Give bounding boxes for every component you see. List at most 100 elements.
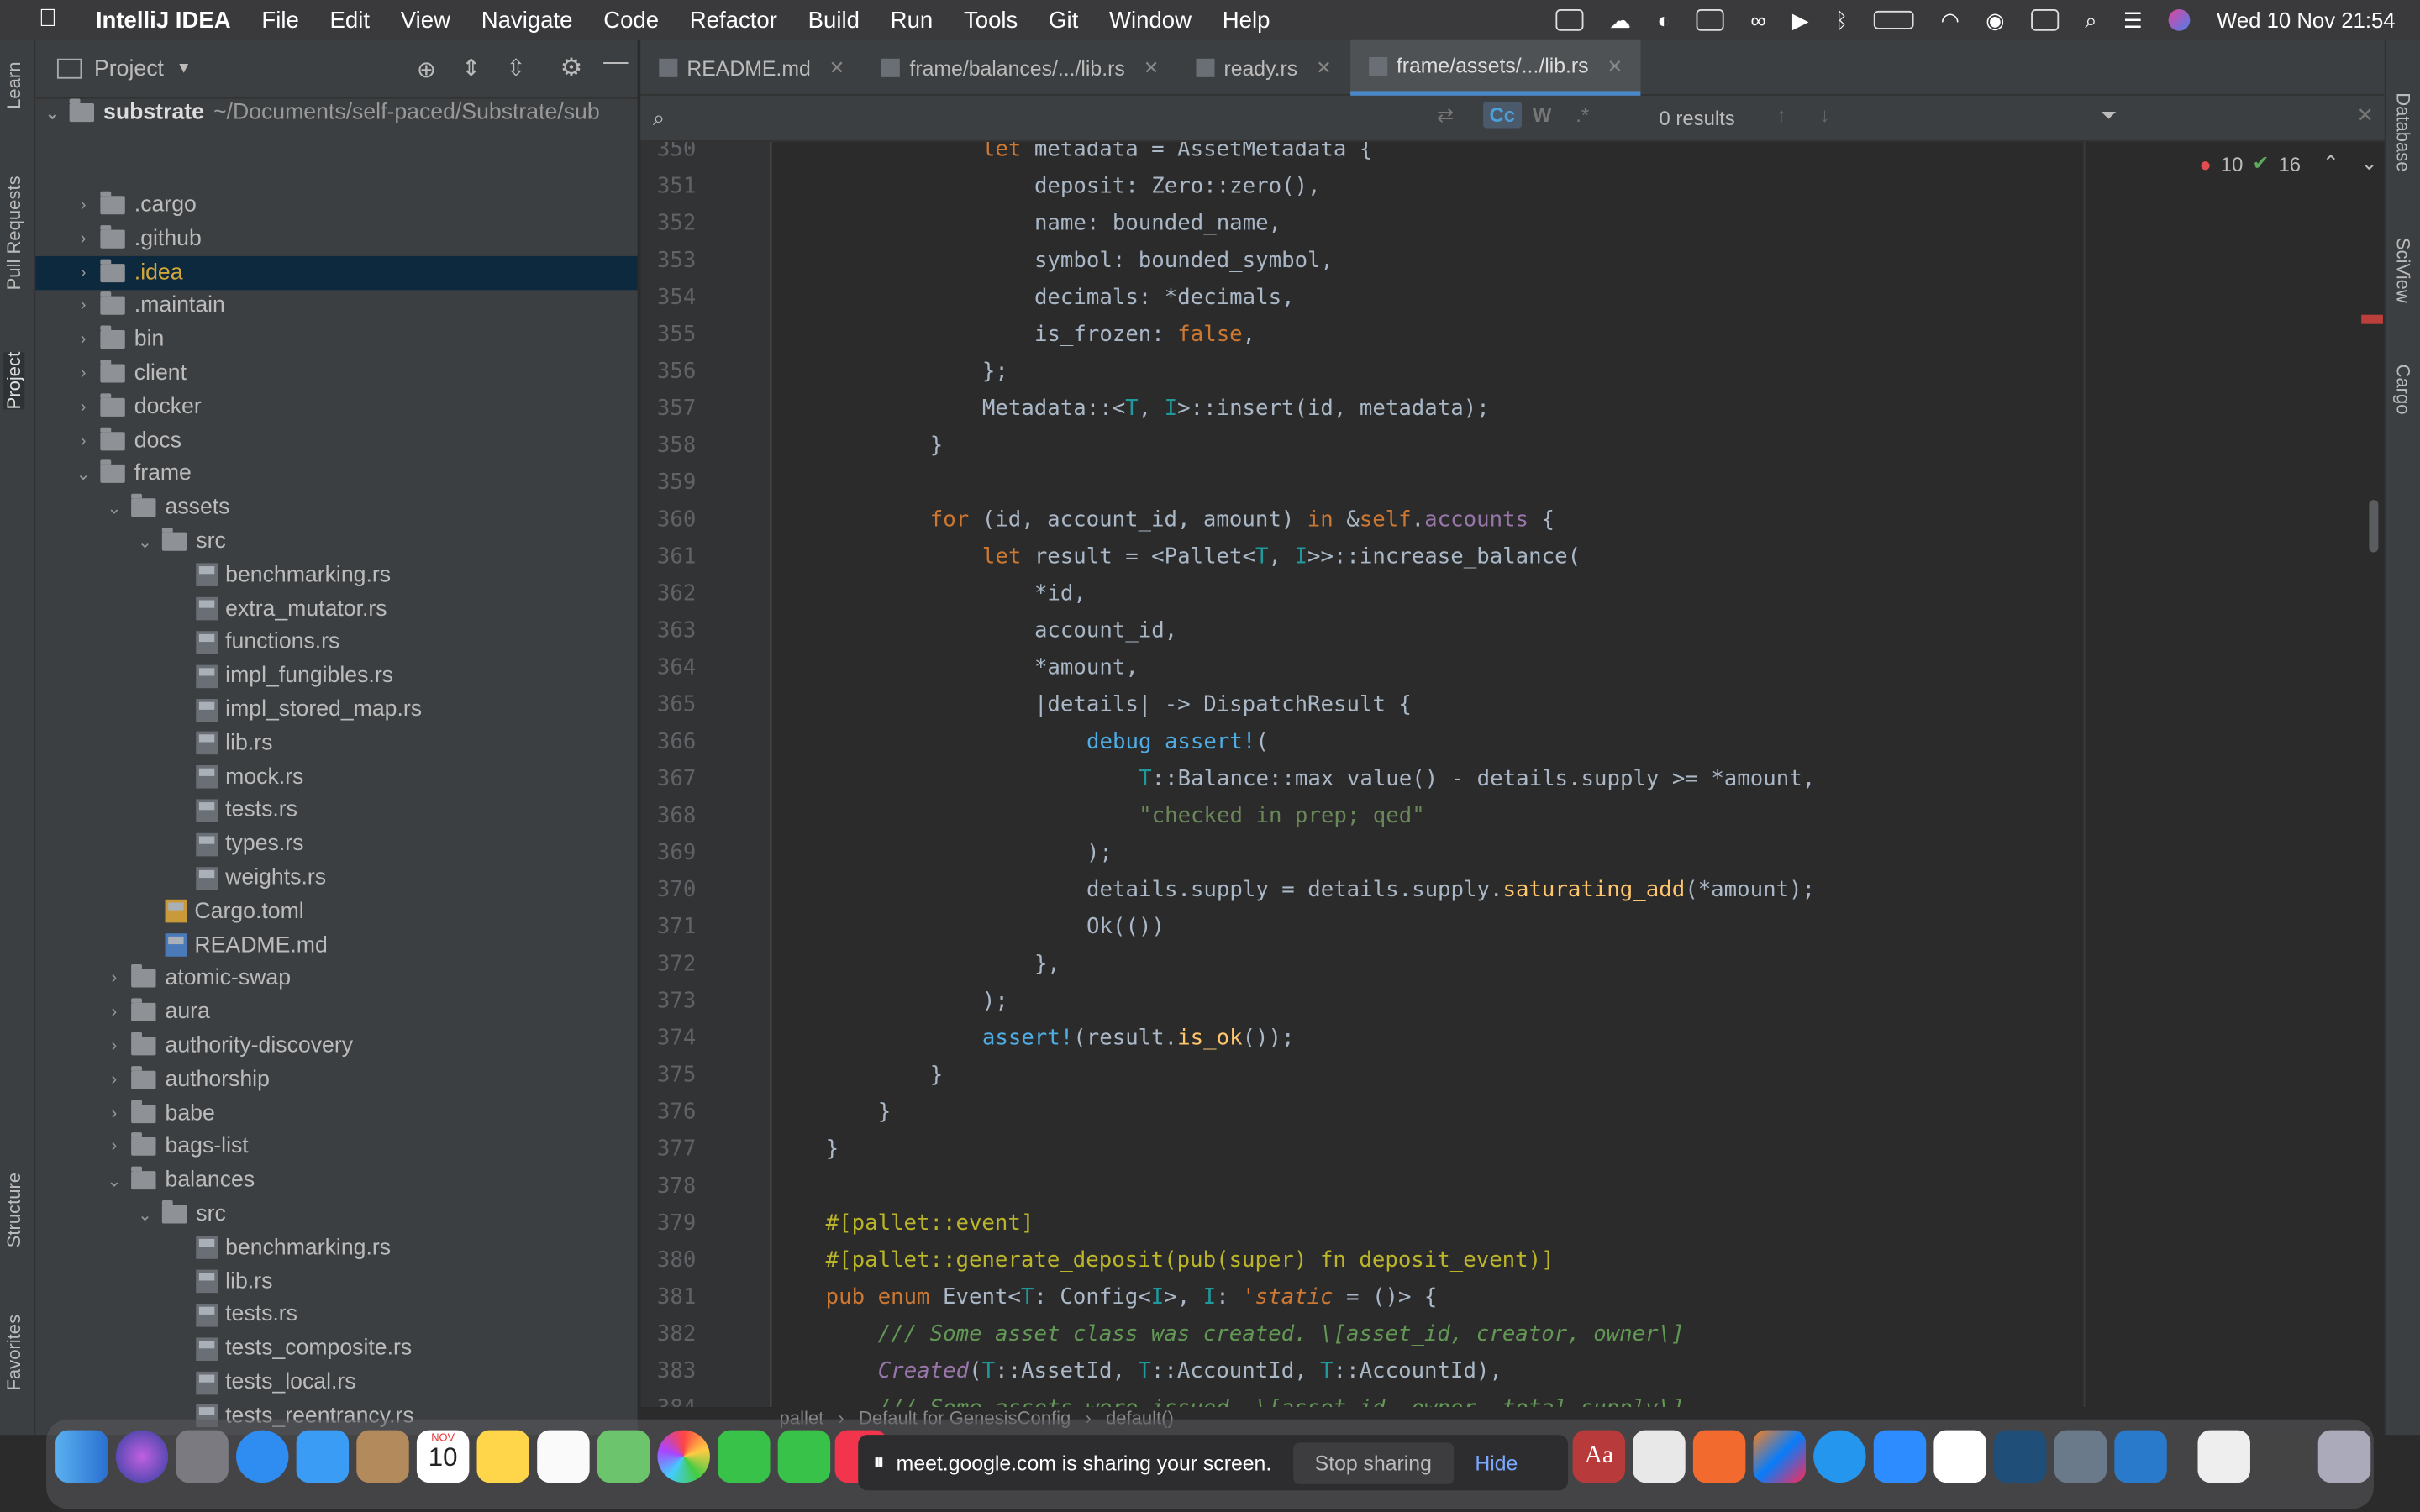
tree-folder[interactable]: › .idea bbox=[35, 255, 638, 290]
code-line[interactable]: 359 bbox=[640, 465, 2385, 501]
line-number[interactable]: 374 bbox=[640, 1020, 696, 1057]
arrow-down-icon[interactable]: ↓ bbox=[1820, 103, 1830, 127]
line-number[interactable]: 363 bbox=[640, 612, 696, 649]
menu-tools[interactable]: Tools bbox=[964, 7, 1018, 33]
chevron-right-icon[interactable]: › bbox=[72, 297, 94, 315]
project-panel-title[interactable]: Project bbox=[94, 56, 164, 81]
keyboard-icon[interactable] bbox=[2030, 9, 2059, 31]
arrow-up-icon[interactable]: ↑ bbox=[1776, 103, 1786, 127]
line-number[interactable]: 382 bbox=[640, 1316, 696, 1353]
launchpad-icon[interactable] bbox=[176, 1430, 229, 1483]
control-center-icon[interactable]: ☰ bbox=[2123, 7, 2143, 33]
menu-file[interactable]: File bbox=[261, 7, 298, 33]
tree-folder[interactable]: › .github bbox=[35, 222, 637, 255]
code-line[interactable]: 374 assert!(result.is_ok()); bbox=[640, 1020, 2385, 1057]
learn-tab[interactable]: Learn bbox=[3, 61, 25, 108]
code-line[interactable]: 352 name: bounded_name, bbox=[640, 205, 2385, 242]
line-number[interactable]: 380 bbox=[640, 1242, 696, 1279]
menu-run[interactable]: Run bbox=[891, 7, 934, 33]
line-number[interactable]: 375 bbox=[640, 1057, 696, 1094]
search-icon[interactable]: ⌕ bbox=[2085, 7, 2096, 33]
code-line[interactable]: 353 symbol: bounded_symbol, bbox=[640, 242, 2385, 279]
code-line[interactable]: 384 /// Some assets were issued. \[asset_… bbox=[640, 1390, 2385, 1407]
mail-icon[interactable] bbox=[296, 1430, 350, 1483]
pause-icon[interactable]: ⏸ bbox=[874, 1451, 884, 1475]
menu-build[interactable]: Build bbox=[808, 7, 860, 33]
intellij-icon[interactable] bbox=[1753, 1430, 1806, 1483]
textedit-icon[interactable] bbox=[1633, 1430, 1686, 1483]
code-editor[interactable]: 350 let metadata = AssetMetadata {351 depo… bbox=[640, 141, 2385, 1408]
tree-file[interactable]: weights.rs bbox=[35, 861, 637, 895]
zoom-app-icon[interactable] bbox=[1873, 1430, 1927, 1483]
code-line[interactable]: 368 "checked in prep; qed" bbox=[640, 798, 2385, 835]
screenshot-icon[interactable] bbox=[2258, 1430, 2311, 1483]
trash-icon[interactable] bbox=[2317, 1430, 2371, 1483]
hide-icon[interactable]: — bbox=[603, 50, 628, 77]
slack-icon[interactable] bbox=[1933, 1430, 1986, 1483]
chevron-right-icon[interactable]: › bbox=[72, 196, 94, 214]
chevron-down-icon[interactable]: ⌄ bbox=[103, 1171, 125, 1190]
replace-icon[interactable]: ⇄ bbox=[1437, 103, 1454, 128]
code-line[interactable]: 351 deposit: Zero::zero(), bbox=[640, 168, 2385, 205]
code-line[interactable]: 356}; bbox=[640, 354, 2385, 391]
line-number[interactable]: 366 bbox=[640, 723, 696, 760]
tree-file[interactable]: mock.rs bbox=[35, 760, 637, 794]
tree-file[interactable]: tests_local.rs bbox=[35, 1366, 637, 1399]
tree-file[interactable]: impl_stored_map.rs bbox=[35, 693, 637, 727]
project-tab[interactable]: Project bbox=[3, 351, 25, 410]
line-number[interactable]: 370 bbox=[640, 872, 696, 909]
line-number[interactable]: 381 bbox=[640, 1279, 696, 1316]
code-line[interactable]: 373); bbox=[640, 983, 2385, 1020]
code-line[interactable]: 354 decimals: *decimals, bbox=[640, 279, 2385, 316]
line-number[interactable]: 353 bbox=[640, 242, 696, 279]
pages-icon[interactable] bbox=[1692, 1430, 1746, 1483]
tree-folder[interactable]: › .cargo bbox=[35, 188, 637, 222]
zoom-icon[interactable] bbox=[1555, 9, 1584, 31]
finder-icon[interactable] bbox=[55, 1430, 108, 1483]
whole-word-toggle[interactable]: W bbox=[1533, 103, 1552, 127]
line-number[interactable]: 360 bbox=[640, 501, 696, 538]
expand-all-icon[interactable]: ⇕ bbox=[461, 54, 481, 81]
line-number[interactable]: 356 bbox=[640, 354, 696, 391]
tree-file[interactable]: lib.rs bbox=[35, 1264, 637, 1298]
code-line[interactable]: 379 #[pallet::event] bbox=[640, 1205, 2385, 1242]
tree-file[interactable]: types.rs bbox=[35, 827, 637, 861]
menu-code[interactable]: Code bbox=[603, 7, 659, 33]
app-menu[interactable]: IntelliJ IDEA bbox=[96, 7, 231, 33]
chevron-down-icon[interactable]: ⌄ bbox=[103, 498, 125, 518]
chevron-right-icon[interactable]: › bbox=[103, 1037, 125, 1055]
close-icon[interactable]: ✕ bbox=[1316, 57, 1331, 79]
editor-tab[interactable]: ready.rs ✕ bbox=[1177, 40, 1349, 96]
tree-file[interactable]: tests.rs bbox=[35, 1298, 637, 1331]
contacts-icon[interactable] bbox=[356, 1430, 409, 1483]
regex-toggle[interactable]: .* bbox=[1576, 103, 1589, 127]
editor-tab[interactable]: frame/assets/.../lib.rs ✕ bbox=[1349, 39, 1642, 96]
code-line[interactable]: 383 Created(T::AssetId, T::AccountId, T::… bbox=[640, 1353, 2385, 1390]
menu-refactor[interactable]: Refactor bbox=[690, 7, 777, 33]
code-line[interactable]: 382 /// Some asset class was created. \[a… bbox=[640, 1316, 2385, 1353]
code-line[interactable]: 362 *id, bbox=[640, 575, 2385, 612]
close-icon[interactable]: ✕ bbox=[1607, 55, 1623, 76]
tree-file[interactable]: functions.rs bbox=[35, 626, 637, 659]
line-number[interactable]: 378 bbox=[640, 1168, 696, 1205]
filter-icon[interactable]: ⏷ bbox=[2101, 103, 2117, 128]
find-input[interactable] bbox=[687, 102, 1428, 136]
facetime-icon[interactable] bbox=[777, 1430, 831, 1483]
editor-tab[interactable]: README.md ✕ bbox=[640, 40, 863, 96]
tree-folder[interactable]: › authorship bbox=[35, 1063, 637, 1096]
weather-icon[interactable]: ☁ bbox=[1609, 7, 1631, 33]
notes-icon[interactable] bbox=[476, 1430, 529, 1483]
chevron-up-icon[interactable]: ⌃ bbox=[2323, 151, 2339, 176]
tree-file[interactable]: Cargo.toml bbox=[35, 895, 637, 928]
gear-icon[interactable]: ⚙ bbox=[560, 52, 582, 83]
chevron-right-icon[interactable]: › bbox=[72, 432, 94, 450]
line-number[interactable]: 358 bbox=[640, 428, 696, 465]
code-line[interactable]: 378 bbox=[640, 1168, 2385, 1205]
line-number[interactable]: 383 bbox=[640, 1353, 696, 1390]
tree-folder[interactable]: › bin bbox=[35, 323, 637, 356]
code-line[interactable]: 371 Ok(()) bbox=[640, 909, 2385, 946]
tree-file[interactable]: benchmarking.rs bbox=[35, 1231, 637, 1264]
mysql-workbench-icon[interactable] bbox=[1994, 1430, 2047, 1483]
wifi-icon[interactable]: ◠ bbox=[1941, 7, 1960, 33]
cargo-tab[interactable]: Cargo bbox=[2392, 364, 2414, 414]
